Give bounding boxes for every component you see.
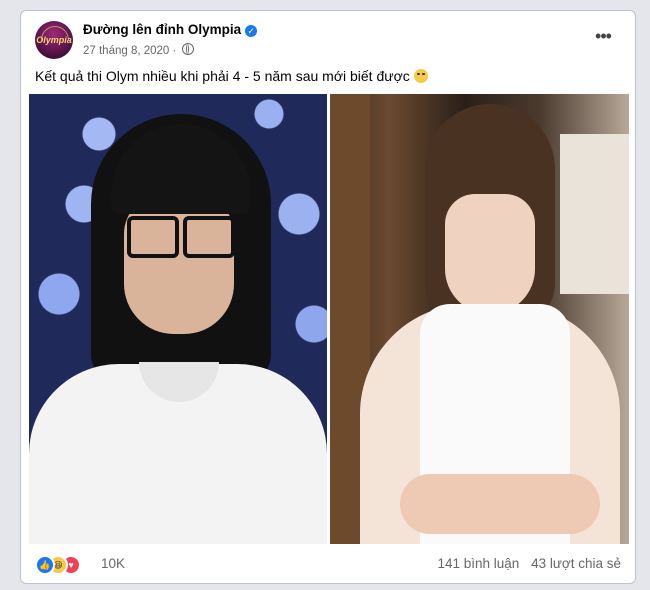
- more-options-button[interactable]: •••: [589, 25, 617, 53]
- page-name[interactable]: Đường lên đỉnh Olympia: [83, 22, 241, 37]
- photo-right-hands: [400, 474, 600, 534]
- reaction-count[interactable]: 10K: [101, 556, 125, 571]
- page-name-link[interactable]: Đường lên đỉnh Olympia ✓: [83, 22, 258, 37]
- photo-left-glasses: [127, 216, 179, 258]
- post-meta: 27 tháng 8, 2020 ·: [83, 43, 194, 57]
- photo-left[interactable]: [29, 94, 327, 544]
- meta-separator: ·: [172, 45, 177, 57]
- post-header: Olympia Đường lên đỉnh Olympia ✓ 27 tháng…: [35, 21, 621, 65]
- share-count-link[interactable]: 43 lượt chia sẻ: [531, 556, 621, 571]
- verified-badge-icon: ✓: [245, 25, 258, 37]
- avatar-ring-icon: [41, 26, 69, 41]
- page: Olympia Đường lên đỉnh Olympia ✓ 27 tháng…: [0, 0, 650, 590]
- engagement-stats: 141 bình luận 43 lượt chia sẻ: [429, 556, 621, 571]
- post-card: Olympia Đường lên đỉnh Olympia ✓ 27 tháng…: [20, 10, 636, 584]
- like-icon: 👍: [35, 555, 55, 575]
- emoji-icon: [413, 69, 428, 83]
- post-date[interactable]: 27 tháng 8, 2020: [83, 45, 169, 57]
- photo-right-face: [445, 194, 535, 314]
- comment-count-link[interactable]: 141 bình luận: [437, 556, 519, 571]
- photo-left-face: [124, 194, 234, 334]
- photo-right[interactable]: [330, 94, 629, 544]
- photo-right-window: [560, 134, 629, 294]
- page-avatar[interactable]: Olympia: [35, 21, 73, 59]
- globe-icon: [181, 43, 194, 55]
- photo-left-glasses: [183, 216, 235, 258]
- post-text: Kết quả thi Olym nhiều khi phải 4 - 5 nă…: [35, 68, 428, 84]
- post-message: Kết quả thi Olym nhiều khi phải 4 - 5 nă…: [35, 68, 410, 84]
